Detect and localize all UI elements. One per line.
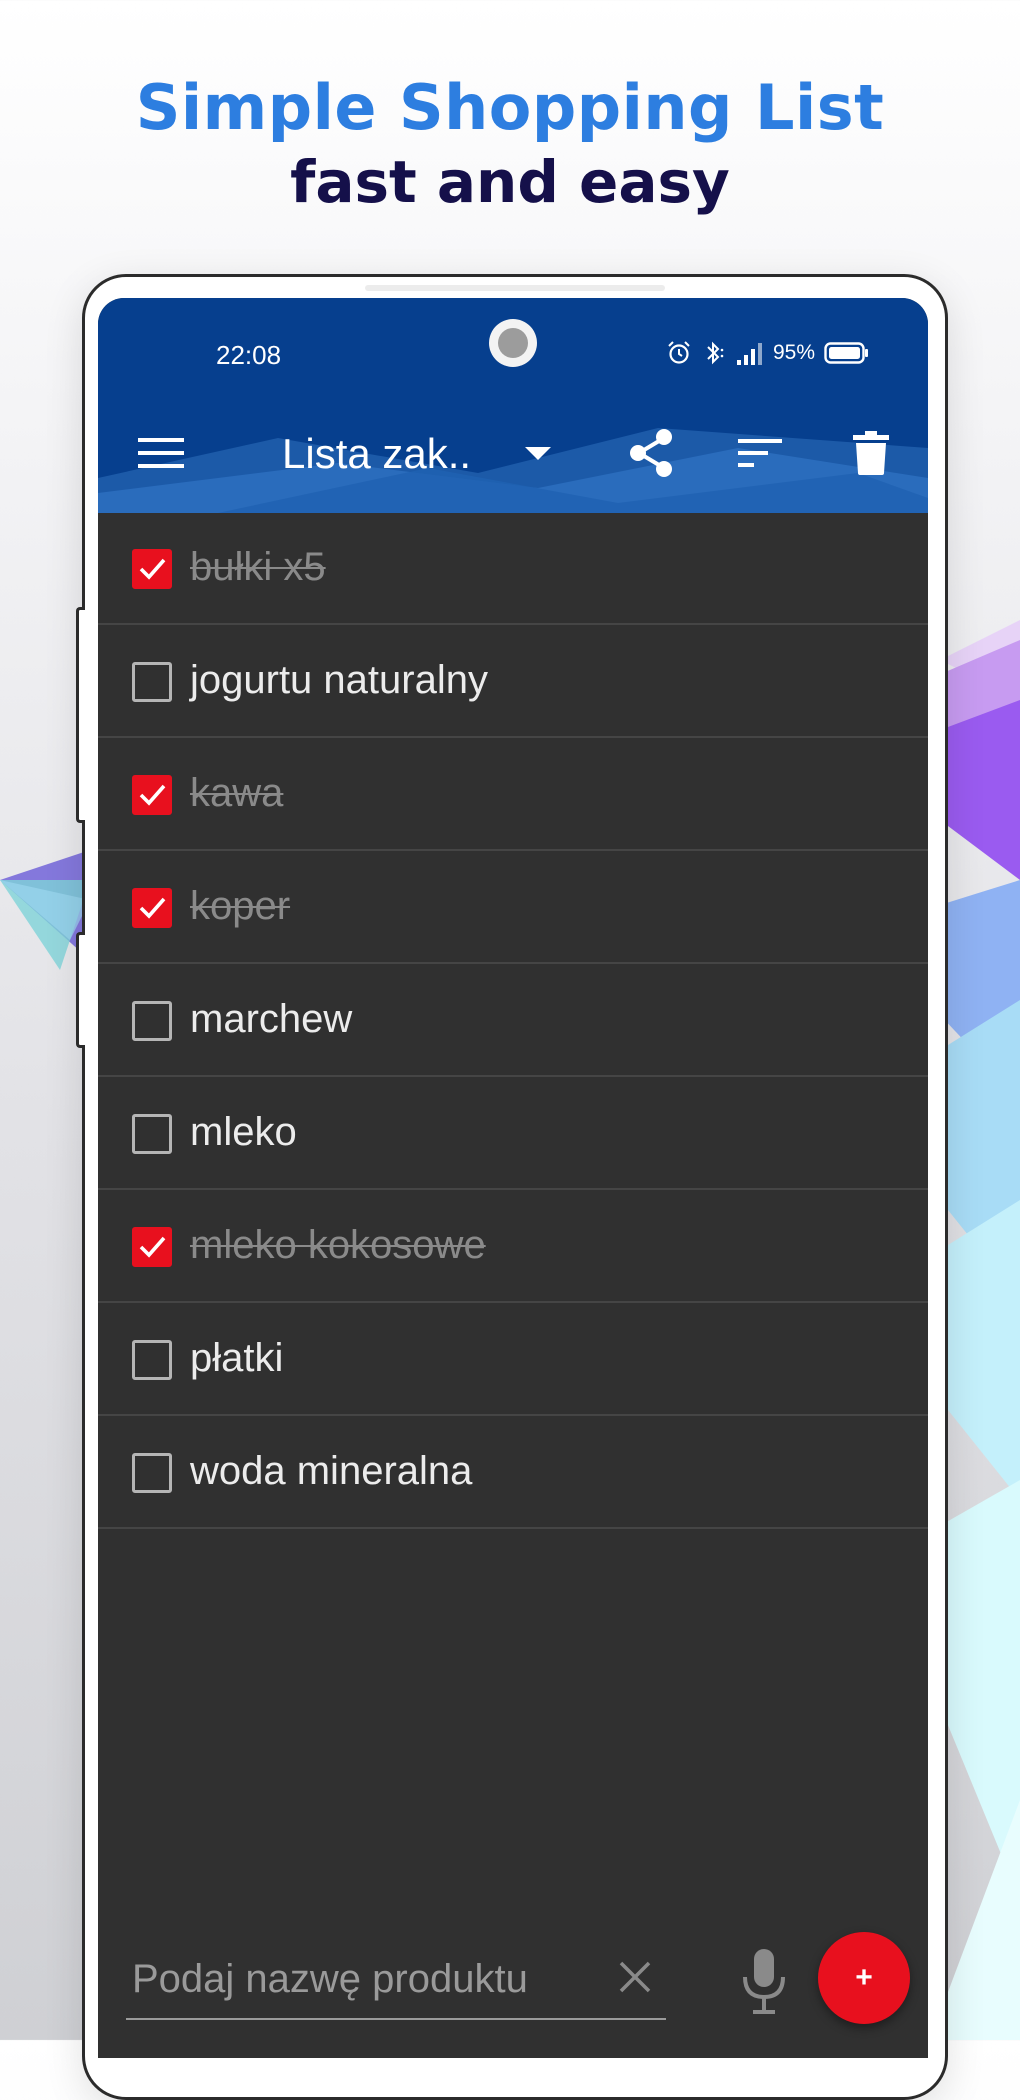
share-button[interactable] — [616, 418, 686, 488]
app-screen: 22:08 95% Lista zak.. bułki x5 jogurtu n… — [98, 298, 928, 2058]
list-item[interactable]: mleko — [98, 1078, 928, 1190]
dropdown-arrow-icon — [525, 447, 551, 460]
toolbar: Lista zak.. — [98, 408, 928, 508]
item-label: płatki — [190, 1336, 284, 1380]
item-checkbox[interactable] — [132, 1114, 172, 1154]
list-item[interactable]: woda mineralna — [98, 1417, 928, 1529]
item-checkbox[interactable] — [132, 1227, 172, 1267]
menu-icon — [138, 438, 184, 468]
check-icon — [139, 897, 166, 919]
item-checkbox[interactable] — [132, 888, 172, 928]
close-icon — [619, 1961, 651, 1993]
item-checkbox[interactable] — [132, 549, 172, 589]
check-icon — [139, 1236, 166, 1258]
clear-input-button[interactable] — [610, 1952, 660, 2002]
hero-subtitle: fast and easy — [290, 148, 730, 216]
list-item[interactable]: kawa — [98, 739, 928, 851]
item-label: jogurtu naturalny — [190, 658, 488, 702]
input-bar — [98, 1930, 928, 2058]
list-dropdown[interactable] — [503, 418, 573, 488]
list-item[interactable]: płatki — [98, 1304, 928, 1416]
phone-speaker — [365, 285, 665, 291]
bluetooth-icon — [707, 341, 724, 365]
menu-button[interactable] — [126, 418, 196, 488]
phone-side-button — [76, 932, 85, 1048]
item-checkbox[interactable] — [132, 662, 172, 702]
list-item[interactable]: jogurtu naturalny — [98, 626, 928, 738]
battery-icon — [824, 342, 869, 364]
sort-icon — [738, 439, 782, 467]
microphone-icon — [743, 1949, 785, 2014]
list-item[interactable]: marchew — [98, 965, 928, 1077]
item-checkbox[interactable] — [132, 1340, 172, 1380]
list-item[interactable]: mleko kokosowe — [98, 1191, 928, 1303]
front-camera — [489, 319, 537, 367]
status-time: 22:08 — [216, 340, 282, 370]
item-label: marchew — [190, 997, 353, 1041]
check-icon — [139, 784, 166, 806]
status-bar: 22:08 95% — [98, 298, 928, 408]
item-label: mleko — [190, 1110, 297, 1154]
item-label: bułki x5 — [190, 545, 326, 589]
share-icon — [630, 429, 672, 477]
item-label: woda mineralna — [190, 1449, 473, 1493]
battery-percent: 95% — [773, 341, 816, 364]
item-checkbox[interactable] — [132, 775, 172, 815]
item-label: koper — [190, 884, 291, 928]
item-label: kawa — [190, 771, 284, 815]
sort-button[interactable] — [726, 418, 796, 488]
item-checkbox[interactable] — [132, 1453, 172, 1493]
list-title: Lista zak.. — [282, 430, 472, 477]
hero-title: Simple Shopping List — [135, 71, 885, 144]
alarm-icon — [668, 341, 690, 364]
list-item[interactable]: koper — [98, 852, 928, 964]
trash-icon — [853, 431, 889, 475]
item-checkbox[interactable] — [132, 1001, 172, 1041]
product-name-input[interactable] — [126, 1940, 666, 2020]
signal-icon — [737, 343, 762, 365]
voice-input-button[interactable] — [728, 1942, 800, 2022]
delete-list-button[interactable] — [836, 418, 906, 488]
add-item-button[interactable]: + — [818, 1932, 910, 2024]
item-label: mleko kokosowe — [190, 1223, 486, 1267]
check-icon — [139, 558, 166, 580]
list-item[interactable]: bułki x5 — [98, 513, 928, 625]
phone-side-button — [76, 607, 85, 823]
status-icons: 95% — [666, 338, 870, 368]
app-bar: 22:08 95% Lista zak.. — [98, 298, 928, 513]
